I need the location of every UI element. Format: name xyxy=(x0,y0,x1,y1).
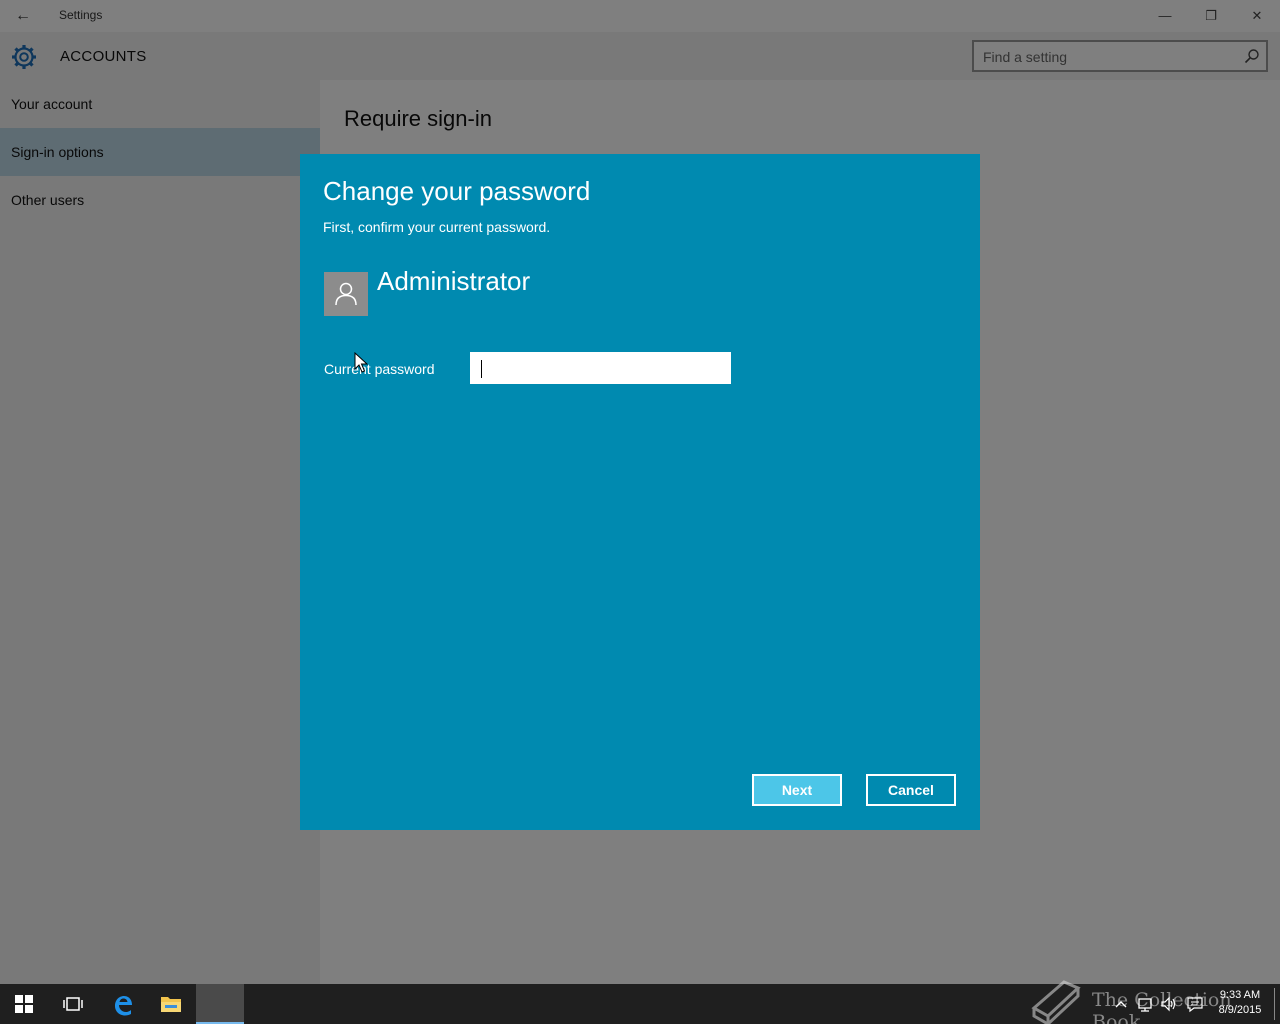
file-explorer-icon xyxy=(161,997,181,1012)
taskbar-clock[interactable]: 9:33 AM 8/9/2015 xyxy=(1212,988,1268,1018)
edge-button[interactable] xyxy=(98,984,146,1024)
file-explorer-button[interactable] xyxy=(146,984,194,1024)
clock-time: 9:33 AM xyxy=(1219,989,1261,1001)
current-password-field[interactable] xyxy=(470,352,731,384)
avatar xyxy=(324,272,368,316)
cancel-button[interactable]: Cancel xyxy=(866,774,956,806)
next-button[interactable]: Next xyxy=(752,774,842,806)
dialog-title: Change your password xyxy=(323,176,591,206)
volume-icon[interactable] xyxy=(1160,994,1178,1014)
action-center-icon[interactable] xyxy=(1186,994,1204,1014)
task-view-icon xyxy=(63,997,83,1011)
start-icon xyxy=(15,995,33,1013)
book-icon xyxy=(1031,980,1081,1024)
network-icon[interactable] xyxy=(1136,994,1154,1014)
change-password-dialog: Change your password First, confirm your… xyxy=(300,154,980,830)
start-button[interactable] xyxy=(0,984,48,1024)
text-caret xyxy=(481,360,482,378)
task-view-button[interactable] xyxy=(48,984,96,1024)
chevron-up-icon[interactable] xyxy=(1114,994,1128,1014)
edge-icon xyxy=(115,996,132,1016)
settings-taskbar-button[interactable] xyxy=(196,984,244,1024)
user-icon xyxy=(335,282,357,306)
mouse-cursor-icon xyxy=(354,352,368,373)
dialog-subtitle: First, confirm your current password. xyxy=(323,219,551,235)
show-desktop-button[interactable] xyxy=(1274,988,1275,1020)
current-password-label: Current password xyxy=(324,361,435,377)
clock-date: 8/9/2015 xyxy=(1218,1004,1262,1016)
username: Administrator xyxy=(377,266,531,296)
